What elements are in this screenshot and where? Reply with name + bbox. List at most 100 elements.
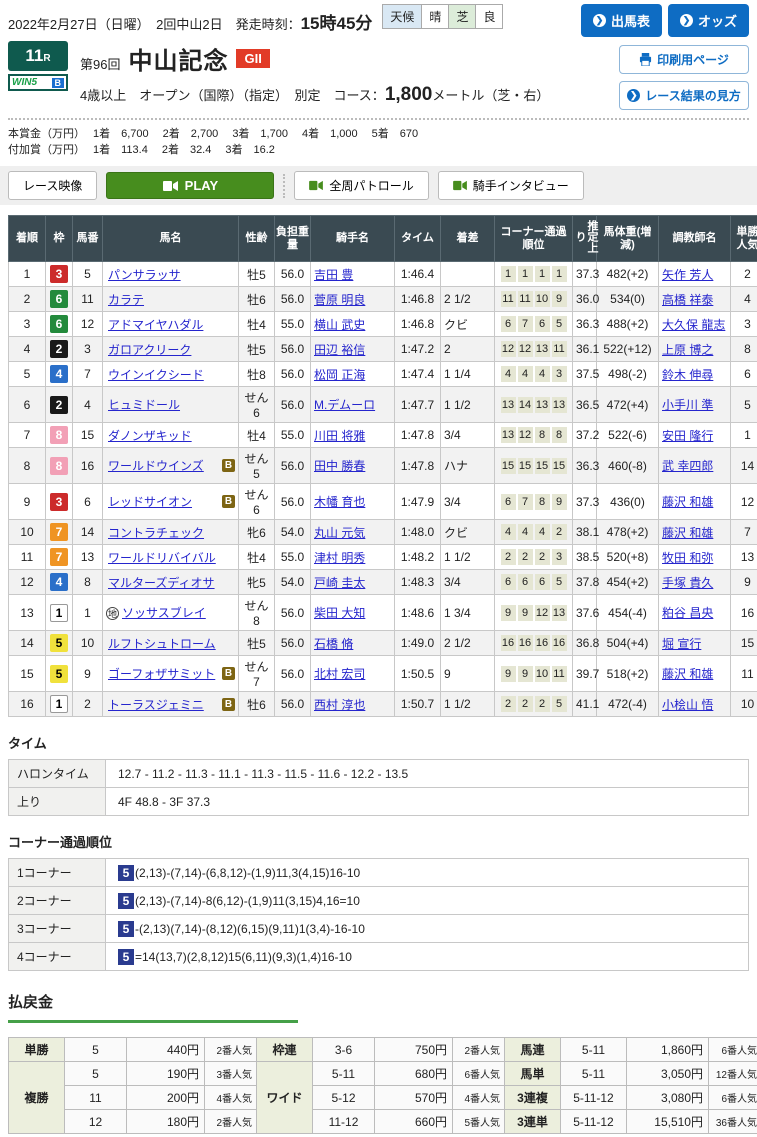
race-header: 11R WIN5 B 第96回 中山記念 GII 4歳以上 オープン（国際）（指… <box>8 41 749 110</box>
trainer-link[interactable]: 粕谷 昌央 <box>662 606 713 620</box>
frame-cell: 3 <box>46 484 73 520</box>
trainer-link[interactable]: 小桧山 悟 <box>662 698 713 712</box>
jockey-link[interactable]: 横山 武史 <box>314 318 365 332</box>
arrow-circle-icon: ❯ <box>680 14 693 27</box>
corner-order: 6789 <box>495 484 573 520</box>
patrol-video-button[interactable]: 全周パトロール <box>294 171 428 200</box>
win-popularity: 2 <box>731 262 757 287</box>
trainer-link[interactable]: 安田 隆行 <box>662 429 713 443</box>
horse-number: 8 <box>73 570 103 595</box>
jockey-cell: 吉田 豊 <box>311 262 395 287</box>
jockey-link[interactable]: 石橋 脩 <box>314 637 353 651</box>
corner-pos-box: 3 <box>552 549 567 565</box>
video-camera-icon <box>309 180 323 191</box>
body-weight: 488(+2) <box>597 312 659 337</box>
shutsuba-button[interactable]: ❯出馬表 <box>581 4 662 37</box>
trainer-link[interactable]: 藤沢 和雄 <box>662 495 713 509</box>
jockey-link[interactable]: 菅原 明良 <box>314 293 365 307</box>
fukusho-popularity: 3番人気 <box>205 1062 257 1086</box>
body-weight: 534(0) <box>597 287 659 312</box>
jockey-link[interactable]: 西村 淳也 <box>314 698 365 712</box>
jockey-link[interactable]: 吉田 豊 <box>314 268 353 282</box>
trainer-link[interactable]: 牧田 和弥 <box>662 551 713 565</box>
trainer-link[interactable]: 藤沢 和雄 <box>662 667 713 681</box>
jockey-link[interactable]: 戸崎 圭太 <box>314 576 365 590</box>
corner-order-value: 5(2,13)-(7,14)-8(6,12)-(1,9)11(3,15)4,16… <box>106 887 749 915</box>
trainer-link[interactable]: 鈴木 伸尋 <box>662 368 713 382</box>
horse-link[interactable]: ワールドウインズ <box>108 459 204 473</box>
jockey-link[interactable]: 柴田 大知 <box>314 606 365 620</box>
corner-order-value: 5=14(13,7)(2,8,12)15(6,11)(9,3)(1,4)16-1… <box>106 943 749 971</box>
prize-money: 本賞金（万円）1着 6,7002着 2,7003着 1,7004着 1,0005… <box>8 126 749 158</box>
trainer-link[interactable]: 矢作 芳人 <box>662 268 713 282</box>
horse-link[interactable]: ダノンザキッド <box>108 429 192 443</box>
horse-link[interactable]: ヒュミドール <box>108 398 180 412</box>
horse-link[interactable]: ゴーフォザサミット <box>108 667 215 681</box>
trainer-link[interactable]: 武 幸四郎 <box>662 459 713 473</box>
corner-order: 6665 <box>495 570 573 595</box>
horse-link[interactable]: アドマイヤハダル <box>108 318 203 332</box>
horse-link[interactable]: ワールドリバイバル <box>108 551 216 565</box>
horse-link[interactable]: ルフトシュトローム <box>108 637 216 651</box>
finish-pos: 14 <box>9 631 46 656</box>
finish-time: 1:50.5 <box>395 656 441 692</box>
jockey-link[interactable]: 丸山 元気 <box>314 526 365 540</box>
jockey-link[interactable]: 木幡 育也 <box>314 495 365 509</box>
odds-button[interactable]: ❯オッズ <box>668 4 749 37</box>
print-button[interactable]: 印刷用ページ <box>619 45 749 74</box>
result-guide-button[interactable]: ❯レース結果の見方 <box>619 81 749 110</box>
body-weight: 522(+12) <box>597 337 659 362</box>
jockey-interview-button[interactable]: 騎手インタビュー <box>438 171 584 200</box>
trainer-link[interactable]: 藤沢 和雄 <box>662 526 713 540</box>
corner-pos-box: 2 <box>501 549 516 565</box>
jockey-link[interactable]: 田中 勝春 <box>314 459 365 473</box>
horse-link[interactable]: ウインイクシード <box>108 368 204 382</box>
jockey-link[interactable]: 北村 宏司 <box>314 667 365 681</box>
trainer-cell: 武 幸四郎 <box>659 448 731 484</box>
win5-logo: WIN5 <box>12 77 37 88</box>
trainer-cell: 手塚 貴久 <box>659 570 731 595</box>
trainer-link[interactable]: 手塚 貴久 <box>662 576 713 590</box>
trainer-link[interactable]: 高橋 祥泰 <box>662 293 713 307</box>
finish-pos: 11 <box>9 545 46 570</box>
corner-table: 1コーナー5(2,13)-(7,14)-(6,8,12)-(1,9)11,3(4… <box>8 858 749 971</box>
horse-link[interactable]: ソッサスブレイ <box>122 606 206 620</box>
horse-link[interactable]: マルターズディオサ <box>108 576 215 590</box>
corner-pos-box: 9 <box>518 605 533 621</box>
trainer-link[interactable]: 小手川 準 <box>662 398 713 412</box>
finish-time: 1:50.7 <box>395 692 441 717</box>
jockey-cell: 松岡 正海 <box>311 362 395 387</box>
corner-pos-box: 10 <box>535 666 550 682</box>
frame-cell: 1 <box>46 692 73 717</box>
jockey-link[interactable]: M.デムーロ <box>314 398 375 412</box>
horse-link[interactable]: トーラスジェミニ <box>108 698 204 712</box>
table-row: 2611カラテ牡656.0菅原 明良1:46.82 1/2111110936.0… <box>9 287 757 312</box>
jockey-link[interactable]: 田辺 裕信 <box>314 343 365 357</box>
horse-link[interactable]: パンサラッサ <box>108 268 181 282</box>
jockey-link[interactable]: 津村 明秀 <box>314 551 365 565</box>
trainer-link[interactable]: 上原 博之 <box>662 343 713 357</box>
time-section-heading: タイム <box>8 733 749 752</box>
race-video-button[interactable]: レース映像 <box>8 171 97 200</box>
play-button[interactable]: PLAY <box>106 172 274 199</box>
trainer-link[interactable]: 大久保 龍志 <box>662 318 725 332</box>
prize-values-main: 1着 6,7002着 2,7003着 1,7004着 1,0005着 670 <box>93 128 432 140</box>
frame-cell: 7 <box>46 545 73 570</box>
frame-badge: 3 <box>50 265 68 283</box>
horse-link[interactable]: カラテ <box>108 293 144 307</box>
weight-carried: 55.0 <box>275 312 311 337</box>
jockey-link[interactable]: 松岡 正海 <box>314 368 365 382</box>
frame-badge: 2 <box>50 396 68 414</box>
corner-order: 991011 <box>495 656 573 692</box>
jockey-cell: 北村 宏司 <box>311 656 395 692</box>
col-trainer: 調教師名 <box>659 216 731 262</box>
jockey-link[interactable]: 川田 将雅 <box>314 429 365 443</box>
trainer-link[interactable]: 堀 宣行 <box>662 637 701 651</box>
horse-link[interactable]: レッドサイオン <box>108 495 192 509</box>
top-bar: 2022年2月27日（日曜） 2回中山2日 発走時刻：15時45分 天候 晴 芝… <box>8 4 749 37</box>
frame-badge: 4 <box>50 573 68 591</box>
umatan-popularity: 12番人気 <box>709 1062 757 1086</box>
horse-link[interactable]: ガロアクリーク <box>108 343 191 357</box>
frame-cell: 2 <box>46 337 73 362</box>
horse-link[interactable]: コントラチェック <box>108 526 204 540</box>
